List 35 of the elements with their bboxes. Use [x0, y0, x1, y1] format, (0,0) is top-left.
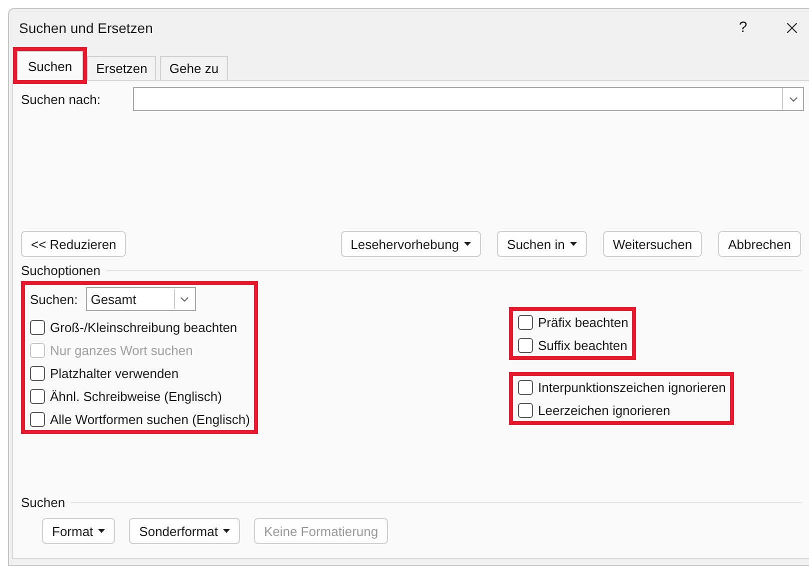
checkbox[interactable]: [30, 388, 45, 404]
button[interactable]: << Reduzieren: [21, 231, 126, 257]
checkbox-label: Alle Wortformen suchen (Englisch): [50, 412, 250, 426]
field-label: Suchen:: [30, 292, 78, 306]
checkbox[interactable]: [30, 320, 45, 334]
tab[interactable]: Ersetzen: [87, 56, 156, 80]
field-label: Suchen nach:: [21, 92, 102, 106]
checkbox-label: Nur ganzes Wort suchen: [50, 342, 193, 358]
button[interactable]: Abbrechen: [718, 231, 801, 257]
checkbox-label: Suffix beachten: [538, 338, 628, 352]
button[interactable]: Weitersuchen: [602, 231, 702, 257]
checkbox-label: Platzhalter verwenden: [50, 366, 179, 380]
checkbox-label: Groß-/Kleinschreibung beachten: [50, 320, 238, 334]
window-title: Suchen und Ersetzen: [19, 20, 154, 36]
button[interactable]: Lesehervorhebung: [340, 231, 482, 257]
section-title: Suchoptionen: [21, 263, 101, 278]
checkbox-label: Leerzeichen ignorieren: [538, 402, 670, 418]
button[interactable]: Sonderformat: [129, 518, 240, 544]
checkbox-label: Ähnl. Schreibweise (Englisch): [50, 388, 222, 404]
checkbox[interactable]: [518, 402, 533, 418]
checkbox[interactable]: [30, 366, 45, 380]
section-title: Suchen: [21, 495, 66, 510]
help-button[interactable]: ?: [733, 19, 753, 36]
scope-dropdown[interactable]: Gesamt: [86, 287, 196, 311]
checkbox[interactable]: [518, 338, 533, 352]
checkbox[interactable]: [30, 412, 45, 426]
button[interactable]: Suchen in: [497, 231, 587, 257]
tab[interactable]: Gehe zu: [160, 56, 228, 80]
checkbox-label: Präfix beachten: [538, 314, 628, 330]
checkbox[interactable]: [518, 314, 533, 330]
button[interactable]: Format: [42, 518, 116, 544]
checkbox[interactable]: [518, 380, 533, 394]
checkbox-label: Interpunktionszeichen ignorieren: [538, 380, 726, 394]
tab[interactable]: Suchen: [17, 51, 84, 80]
search-field[interactable]: [133, 87, 804, 111]
